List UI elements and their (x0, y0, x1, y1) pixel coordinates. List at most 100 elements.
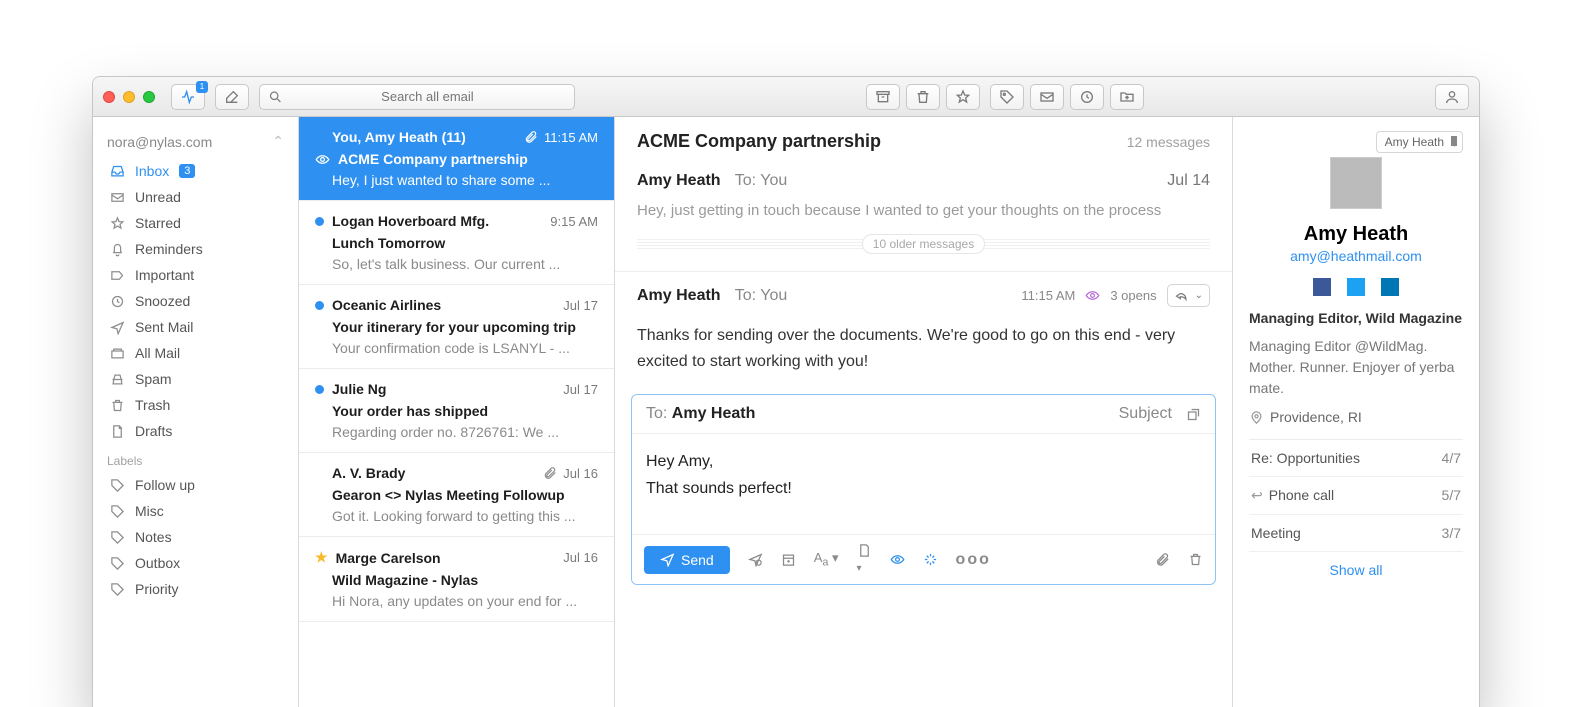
compose-button[interactable] (215, 84, 249, 110)
thread-item[interactable]: Julie NgJul 17Your order has shippedRega… (299, 369, 614, 453)
template-icon[interactable]: ▾ (857, 543, 872, 576)
label-followup[interactable]: Follow up (93, 472, 298, 498)
discard-icon[interactable] (1188, 552, 1203, 567)
compose-to: Amy Heath (672, 405, 756, 422)
location-icon (1249, 410, 1264, 425)
send-button[interactable]: Send (644, 546, 730, 574)
contact-email[interactable]: amy@heathmail.com (1249, 248, 1463, 264)
nav-spam[interactable]: Spam (93, 366, 298, 392)
activity-button[interactable] (171, 84, 205, 110)
attach-icon[interactable] (1155, 552, 1170, 567)
collapsed-preview[interactable]: Hey, just getting in touch because I wan… (637, 190, 1210, 223)
compose-to-label: To: (646, 405, 667, 422)
contact-picker[interactable]: Amy Heath ▴▾ (1376, 131, 1463, 153)
labels-header: Labels (93, 444, 298, 472)
popout-icon[interactable] (1186, 407, 1201, 422)
thread-item[interactable]: Oceanic AirlinesJul 17Your itinerary for… (299, 285, 614, 369)
label-misc[interactable]: Misc (93, 498, 298, 524)
twitter-icon[interactable] (1347, 278, 1365, 296)
important-icon (109, 268, 125, 283)
thread-item[interactable]: A. V. BradyJul 16Gearon <> Nylas Meeting… (299, 453, 614, 537)
sent-icon (109, 320, 125, 335)
nav-allmail[interactable]: All Mail (93, 340, 298, 366)
more-icon[interactable]: ooo (956, 551, 991, 569)
compose-subject-hint[interactable]: Subject (1119, 405, 1172, 423)
thread-item[interactable]: You, Amy Heath (11)11:15 AMACME Company … (299, 117, 614, 201)
search-icon (268, 89, 283, 105)
bell-icon (109, 242, 125, 257)
search-input[interactable] (289, 88, 566, 105)
trash-button[interactable] (906, 84, 940, 110)
nav-starred[interactable]: Starred (93, 210, 298, 236)
collapsed-date: Jul 14 (1167, 172, 1210, 190)
account-button[interactable] (1435, 84, 1469, 110)
nav-trash[interactable]: Trash (93, 392, 298, 418)
app-window: nora@nylas.com ⌃ Inbox 3 Unread Starred … (92, 76, 1480, 707)
nav-label: Outbox (135, 555, 180, 571)
reminder-icon[interactable] (781, 552, 796, 567)
picker-label: Amy Heath (1385, 135, 1444, 149)
account-row[interactable]: nora@nylas.com ⌃ (93, 127, 298, 158)
label-notes[interactable]: Notes (93, 524, 298, 550)
archive-button[interactable] (866, 84, 900, 110)
contact-bio: Managing Editor @WildMag. Mother. Runner… (1249, 336, 1463, 399)
older-messages-button[interactable]: 10 older messages (862, 234, 985, 254)
to-label: To: (735, 287, 756, 304)
sparkle-icon[interactable] (923, 552, 938, 567)
linkedin-icon[interactable] (1381, 278, 1399, 296)
chevron-down-icon: ⌄ (1195, 290, 1203, 301)
nav-inbox[interactable]: Inbox 3 (93, 158, 298, 184)
star-icon (109, 216, 125, 231)
label-button[interactable] (990, 84, 1024, 110)
maximize-window-button[interactable] (143, 91, 155, 103)
nav-reminders[interactable]: Reminders (93, 236, 298, 262)
nav-drafts[interactable]: Drafts (93, 418, 298, 444)
tag-icon (109, 556, 125, 571)
nav-important[interactable]: Important (93, 262, 298, 288)
contact-location: Providence, RI (1270, 409, 1362, 425)
nav-label: Drafts (135, 423, 172, 439)
reply-dropdown[interactable]: ⌄ (1167, 284, 1210, 307)
star-button[interactable] (946, 84, 980, 110)
nav-snoozed[interactable]: Snoozed (93, 288, 298, 314)
compose-pane: To: Amy Heath Subject Hey Amy,That sound… (631, 394, 1216, 585)
tag-icon (109, 530, 125, 545)
nav-label: Snoozed (135, 293, 190, 309)
collapsed-from: Amy Heath (637, 172, 721, 189)
tracking-icon[interactable] (890, 552, 905, 567)
nav-label: Reminders (135, 241, 203, 257)
unread-dot (315, 301, 324, 310)
mark-read-button[interactable] (1030, 84, 1064, 110)
label-outbox[interactable]: Outbox (93, 550, 298, 576)
nav-label: Spam (135, 371, 172, 387)
show-all-link[interactable]: Show all (1249, 552, 1463, 588)
thread-item[interactable]: ★Marge CarelsonJul 16Wild Magazine - Nyl… (299, 537, 614, 622)
search-field[interactable] (259, 84, 575, 110)
related-thread[interactable]: ↩Phone call5/7 (1249, 477, 1463, 515)
open-time: 11:15 AM (1021, 288, 1075, 303)
close-window-button[interactable] (103, 91, 115, 103)
nav-sent[interactable]: Sent Mail (93, 314, 298, 340)
facebook-icon[interactable] (1313, 278, 1331, 296)
related-thread[interactable]: Re: Opportunities4/7 (1249, 440, 1463, 477)
tag-icon (109, 504, 125, 519)
folder-sidebar: nora@nylas.com ⌃ Inbox 3 Unread Starred … (93, 117, 299, 707)
tag-icon (109, 582, 125, 597)
contact-panel: Amy Heath ▴▾ Amy Heath amy@heathmail.com… (1233, 117, 1479, 707)
contact-avatar (1330, 157, 1382, 209)
compose-body[interactable]: Hey Amy,That sounds perfect! (632, 434, 1215, 534)
snooze-button[interactable] (1070, 84, 1104, 110)
nav-label: Misc (135, 503, 164, 519)
unread-icon (109, 190, 125, 205)
thread-item[interactable]: Logan Hoverboard Mfg.9:15 AMLunch Tomorr… (299, 201, 614, 285)
chevron-updown-icon: ▴▾ (1452, 135, 1457, 147)
format-icon[interactable]: Aa ▾ (814, 550, 839, 569)
label-priority[interactable]: Priority (93, 576, 298, 602)
star-icon: ★ (315, 549, 328, 566)
collapse-icon[interactable]: ⌃ (272, 133, 284, 150)
nav-unread[interactable]: Unread (93, 184, 298, 210)
move-folder-button[interactable] (1110, 84, 1144, 110)
send-later-icon[interactable] (748, 552, 763, 567)
minimize-window-button[interactable] (123, 91, 135, 103)
related-thread[interactable]: Meeting3/7 (1249, 515, 1463, 552)
